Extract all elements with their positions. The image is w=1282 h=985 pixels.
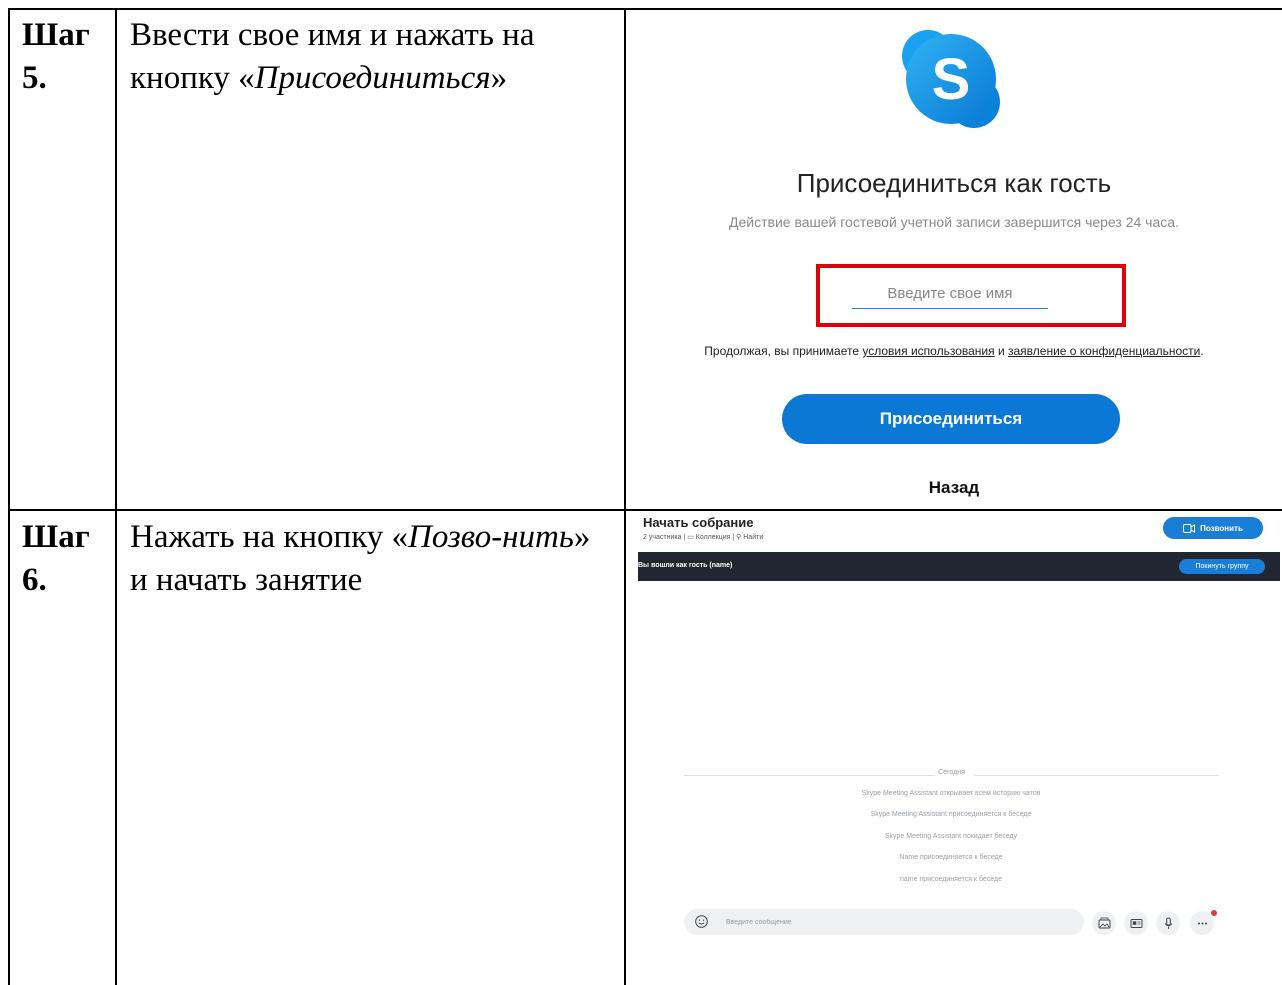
notification-dot [1211, 910, 1217, 916]
system-message: Name присоединяется к беседе [899, 854, 1003, 861]
terms-pre: Продолжая, вы принимаете [704, 344, 860, 358]
leave-group-button[interactable]: Покинуть группу [1179, 559, 1265, 574]
terms-and: и [997, 344, 1005, 358]
step-label: Шаг 6. [22, 516, 112, 602]
step-6-text: Шаг 6. [22, 519, 90, 598]
table-border-left [8, 8, 10, 985]
step-5-text: Шаг 5. [22, 17, 90, 96]
skype-join-screen: S Присоединиться как гость Действие ваше… [628, 10, 1280, 508]
step-description: Нажать на кнопку «Позво-нить» и начать з… [130, 516, 610, 602]
desc-text-end: » [490, 60, 508, 96]
join-subtitle: Действие вашей гостевой учетной записи з… [729, 214, 1179, 230]
terms-of-use-link[interactable]: условия использования [862, 344, 994, 358]
find-link[interactable]: Найти [743, 534, 763, 541]
step-description: Ввести свое имя и нажать на кнопку «Прис… [130, 14, 610, 100]
guest-banner: Вы вошли как гость (name) Покинуть групп… [638, 552, 1280, 581]
call-button[interactable]: Позвонить [1163, 517, 1263, 539]
microphone-button[interactable] [1156, 911, 1180, 935]
contact-card-button[interactable] [1124, 911, 1148, 935]
skype-meeting-screen: Начать собрание 2 участника | ▭ Коллекци… [638, 512, 1280, 985]
name-input[interactable] [852, 278, 1048, 309]
guest-banner-text: Вы вошли как гость (name) [638, 562, 733, 569]
system-message: Skype Meeting Assistant покидает беседу [884, 833, 1018, 840]
search-icon: ⚲ [736, 534, 742, 541]
table-border-col2 [624, 8, 626, 985]
meeting-meta: 2 участника | ▭ Коллекция | ⚲ Найти [643, 533, 763, 541]
participants-count[interactable]: 2 участника [643, 534, 681, 541]
system-message: name присоединяется к беседе [900, 876, 1002, 883]
contact-card-icon [1130, 918, 1142, 928]
more-icon [1197, 922, 1207, 924]
today-label: Сегодня [938, 769, 965, 776]
gallery-button[interactable] [1092, 911, 1116, 935]
desc-italic: Позво-нить [408, 519, 574, 555]
today-divider: Сегодня [684, 769, 1219, 781]
table-border-col1 [115, 8, 117, 985]
system-message: Skype Meeting Assistant присоединяется к… [870, 811, 1032, 818]
microphone-icon [1164, 917, 1172, 929]
join-title: Присоединиться как гость [796, 168, 1112, 198]
svg-text:S: S [932, 47, 971, 112]
terms-end: . [1200, 344, 1204, 358]
back-link[interactable]: Назад [628, 478, 1280, 498]
desc-italic: Присоединиться [254, 60, 491, 96]
table-border-middle [8, 509, 1282, 511]
smile-icon[interactable] [695, 915, 708, 928]
system-message: Skype Meeting Assistant открывает всем и… [861, 790, 1041, 797]
message-input[interactable] [726, 914, 1026, 930]
gallery-icon [1098, 917, 1110, 928]
meeting-title: Начать собрание [643, 515, 754, 530]
privacy-statement-link[interactable]: заявление о конфиденциальности [1008, 344, 1200, 358]
desc-text: Нажать на кнопку « [130, 519, 409, 555]
collection-link[interactable]: Коллекция [696, 534, 731, 541]
terms-text: Продолжая, вы принимаете условия использ… [628, 344, 1280, 358]
step-label: Шаг 5. [22, 14, 112, 100]
skype-logo-icon: S [902, 30, 1000, 128]
gallery-small-icon: ▭ [687, 534, 694, 541]
video-call-icon [1183, 523, 1196, 533]
call-button-label: Позвонить [1200, 523, 1243, 533]
join-button[interactable]: Присоединиться [782, 394, 1120, 444]
message-compose [684, 909, 1084, 935]
more-button[interactable] [1190, 911, 1214, 935]
name-field-highlight [816, 264, 1126, 327]
